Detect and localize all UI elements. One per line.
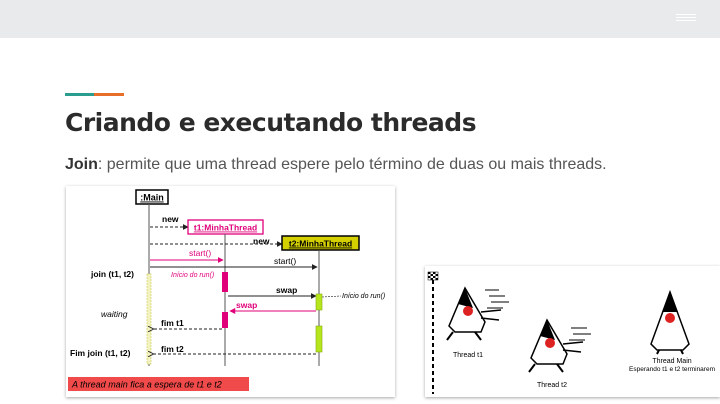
start-t2-label: start()	[274, 256, 296, 266]
slide-subtitle: Join: permite que uma thread espere pelo…	[65, 156, 607, 174]
t2-activation-1	[315, 293, 323, 311]
inicio-run-t1: Início do run()	[171, 272, 214, 279]
t2-label: t2:MinhaThread	[289, 239, 352, 249]
accent-bar-teal	[65, 93, 94, 96]
main-label: :Main	[140, 193, 164, 203]
join-label: join (t1, t2)	[90, 269, 134, 279]
sequence-diagram-svg: :Main new t1:MinhaThread new t2:MinhaThr…	[68, 189, 385, 391]
main-waiting-bar	[146, 273, 152, 365]
duke-main-icon	[650, 289, 690, 355]
t1-activation-1	[222, 272, 228, 292]
duke-t1-icon	[446, 286, 509, 341]
subtitle-text: : permite que uma thread espere pelo tér…	[97, 156, 607, 173]
start-t1-label: start()	[189, 248, 211, 258]
t1-label: t1:MinhaThread	[194, 223, 257, 233]
fim-t2-label: fim t2	[161, 344, 184, 354]
fim-join-label: Fim join (t1, t2)	[70, 348, 131, 358]
t1-activation-2	[222, 312, 228, 328]
new-t1-label: new	[162, 214, 179, 224]
thread-race-svg: Thread t1 Thread t2 Thread Main Esperand…	[427, 271, 715, 394]
sequence-diagram: :Main new t1:MinhaThread new t2:MinhaThr…	[66, 186, 395, 397]
accent-bar-orange	[94, 93, 124, 96]
waiting-label: waiting	[101, 309, 128, 319]
duke-t2-icon	[528, 318, 591, 373]
t2-activation-2	[315, 325, 323, 353]
hamburger-icon[interactable]	[676, 14, 696, 26]
fim-t1-label: fim t1	[161, 318, 184, 328]
swap2-label: swap	[236, 300, 257, 310]
inicio-run-t2: Início do run()	[342, 293, 385, 300]
swap1-label: swap	[276, 285, 297, 295]
thread-t1-label: Thread t1	[453, 352, 483, 359]
thread-race-illustration: Thread t1 Thread t2 Thread Main Esperand…	[425, 266, 720, 397]
thread-t2-label: Thread t2	[537, 382, 567, 389]
checkered-flag-icon	[427, 271, 439, 281]
inicio-run-t2-pointer	[321, 295, 342, 298]
caption-text: A thread main fica a espera de t1 e t2	[71, 380, 222, 390]
slide-title: Criando e executando threads	[65, 108, 477, 137]
top-bar	[0, 0, 720, 38]
subtitle-keyword: Join	[65, 156, 98, 173]
thread-main-label: Thread Main	[652, 358, 691, 365]
thread-main-waiting: Esperando t1 e t2 terminarem	[629, 366, 715, 373]
